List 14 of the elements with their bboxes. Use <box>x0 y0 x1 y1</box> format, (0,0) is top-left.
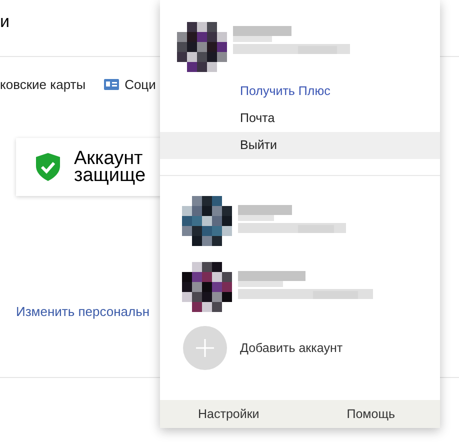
page-title: и <box>0 12 10 32</box>
edit-personal-link[interactable]: Изменить персональн <box>16 304 150 319</box>
add-account-link[interactable]: Добавить аккаунт <box>240 341 343 355</box>
footer-link[interactable]: Настройки <box>198 407 260 421</box>
add-account-button[interactable] <box>183 326 227 370</box>
promo-link[interactable]: Получить Плюс <box>160 78 440 105</box>
menu-item[interactable]: Выйти <box>160 132 440 159</box>
nav-link[interactable]: Соци <box>104 76 156 92</box>
id-card-icon <box>104 78 119 90</box>
plus-icon <box>196 339 214 357</box>
security-status-text: Аккаунт защище <box>74 150 146 184</box>
menu-item[interactable]: Почта <box>160 105 440 132</box>
footer-link[interactable]: Помощь <box>346 407 395 421</box>
nav-link[interactable]: ковские карты <box>0 76 86 92</box>
